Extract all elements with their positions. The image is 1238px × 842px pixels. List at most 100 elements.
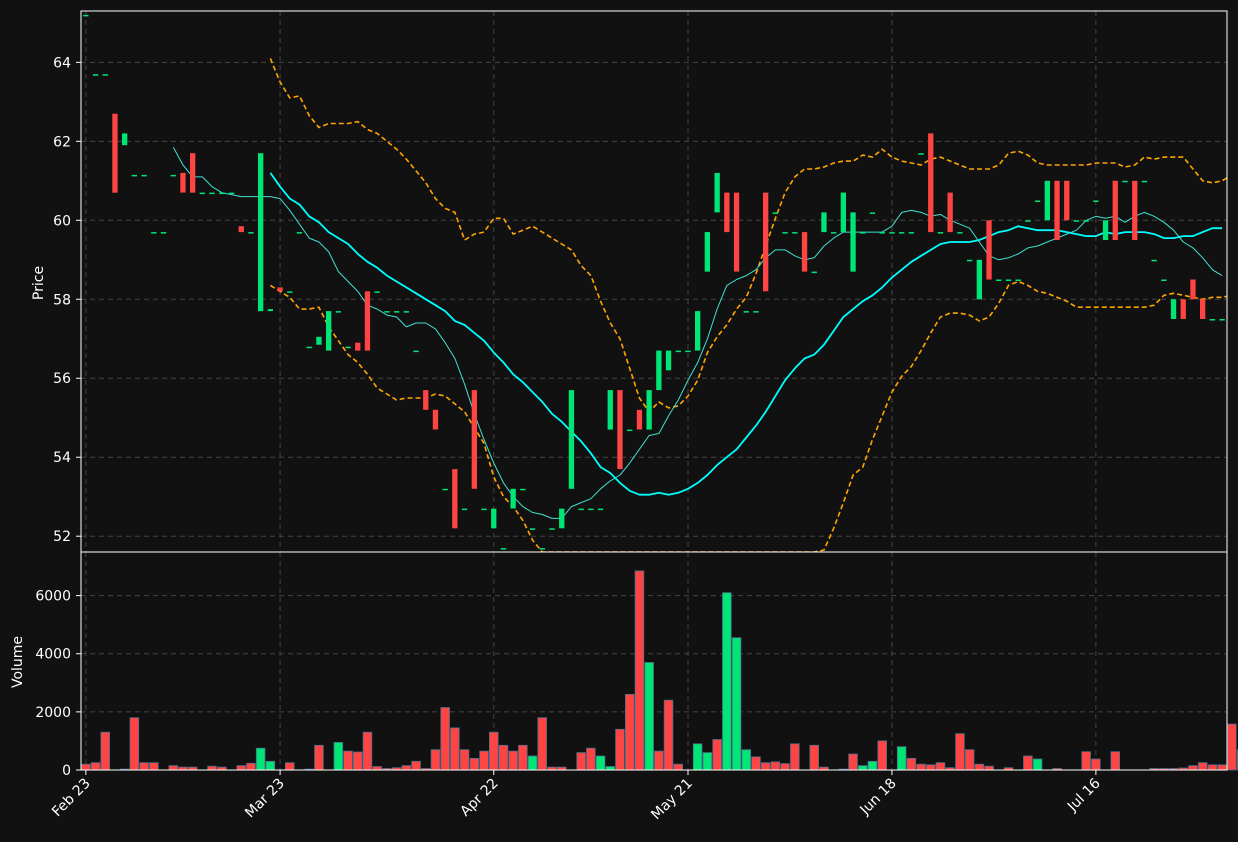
candle xyxy=(597,508,604,511)
volume-bar xyxy=(284,762,295,771)
candle xyxy=(1151,259,1157,262)
candle xyxy=(122,133,128,146)
volume-bar xyxy=(343,750,353,771)
candle xyxy=(102,74,108,76)
volume-bar xyxy=(459,749,470,771)
volume-bar xyxy=(1023,755,1033,771)
candle xyxy=(481,508,487,511)
volume-bar xyxy=(100,731,111,771)
candle xyxy=(1132,180,1138,240)
candle xyxy=(112,113,118,193)
volume-bar xyxy=(770,761,781,771)
volume-bar xyxy=(692,743,703,771)
volume-bar xyxy=(654,750,664,771)
candle xyxy=(772,212,778,214)
price-tick-label: 58 xyxy=(53,292,71,308)
candle xyxy=(685,350,691,353)
volume-bar xyxy=(1207,764,1218,771)
candle xyxy=(423,390,429,410)
volume-tick-label: 0 xyxy=(62,763,71,779)
volume-bar xyxy=(352,751,363,771)
candle xyxy=(1112,180,1118,240)
candle xyxy=(403,311,409,313)
volume-bar xyxy=(790,743,800,771)
volume-bar xyxy=(537,717,548,771)
volume-bar xyxy=(129,717,140,771)
volume-bar xyxy=(625,694,635,771)
volume-bar xyxy=(479,750,489,771)
volume-bar xyxy=(916,763,926,771)
candle xyxy=(937,232,944,234)
volume-tick-label: 4000 xyxy=(35,647,71,663)
candle xyxy=(607,390,613,430)
candle xyxy=(374,291,380,293)
volume-bar xyxy=(236,765,246,771)
candle xyxy=(1122,180,1128,183)
candle xyxy=(976,259,982,300)
candle xyxy=(695,311,701,351)
stock-chart: 52545658606264 0200040006000 Feb 23 Mar 2… xyxy=(0,0,1238,842)
candle xyxy=(1073,220,1080,222)
candle xyxy=(306,346,312,349)
candle xyxy=(296,232,303,234)
price-tick-label: 64 xyxy=(53,55,71,71)
volume-bar xyxy=(168,765,178,771)
candle xyxy=(1044,180,1050,221)
volume-bar xyxy=(964,749,975,771)
candle xyxy=(190,153,196,193)
price-tick-label: 60 xyxy=(53,213,71,229)
volume-bar xyxy=(926,764,936,771)
volume-bar xyxy=(1091,758,1101,771)
volume-bar xyxy=(809,744,820,771)
candle xyxy=(801,232,808,272)
candle xyxy=(840,192,846,233)
candle xyxy=(141,174,147,177)
candle xyxy=(1141,180,1148,183)
volume-bar xyxy=(508,750,518,771)
candle xyxy=(908,232,914,234)
volume-bar xyxy=(906,758,917,771)
volume-bar xyxy=(265,760,276,771)
candle xyxy=(811,271,817,274)
candle xyxy=(432,409,439,430)
candle xyxy=(267,309,273,312)
candle xyxy=(529,528,536,530)
volume-bar xyxy=(362,731,373,771)
candle xyxy=(792,232,798,234)
candle xyxy=(733,192,740,272)
candle xyxy=(656,350,662,391)
volume-bar xyxy=(877,740,888,771)
candle xyxy=(899,232,905,234)
volume-bar xyxy=(586,747,596,771)
candle xyxy=(928,133,934,233)
candle xyxy=(636,409,643,430)
volume-bar xyxy=(1188,765,1198,771)
candle xyxy=(413,350,419,353)
volume-bar xyxy=(314,744,324,771)
volume-bar xyxy=(984,765,994,771)
candle xyxy=(1180,299,1186,319)
price-tick-label: 56 xyxy=(53,371,71,387)
price-tick-label: 54 xyxy=(53,450,71,466)
candle xyxy=(326,311,332,351)
volume-bar xyxy=(858,765,868,771)
candle xyxy=(335,311,341,313)
volume-bar xyxy=(401,765,412,771)
volume-bar xyxy=(207,765,217,771)
candle xyxy=(588,508,594,511)
candle xyxy=(1219,319,1225,321)
candle xyxy=(1102,220,1109,240)
volume-bar xyxy=(527,755,538,771)
candle xyxy=(277,287,283,292)
volume-bar xyxy=(867,760,878,771)
candle xyxy=(559,508,565,529)
candle xyxy=(287,291,293,293)
candle xyxy=(248,232,254,234)
volume-bar xyxy=(595,755,606,771)
candle xyxy=(461,508,468,511)
candle xyxy=(665,350,672,371)
volume-bar xyxy=(712,739,722,771)
candle xyxy=(1064,180,1070,221)
candle xyxy=(1161,279,1167,281)
volume-tick-label: 2000 xyxy=(35,705,71,721)
